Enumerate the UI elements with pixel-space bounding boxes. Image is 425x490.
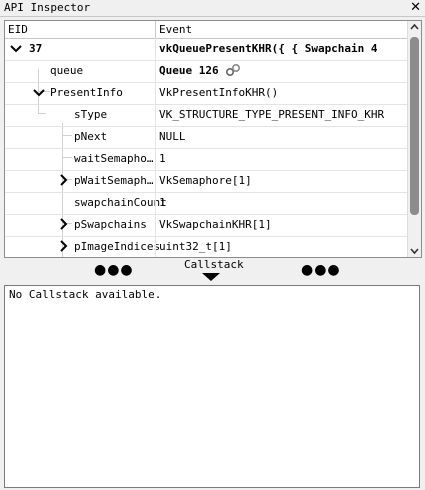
callstack-message: No Callstack available. bbox=[9, 288, 162, 301]
tree-row-name: sType bbox=[74, 108, 108, 121]
cell-divider bbox=[155, 38, 156, 60]
column-header-event[interactable]: Event bbox=[159, 23, 192, 36]
vertical-scrollbar[interactable] bbox=[407, 21, 421, 257]
tree-row-pwaitsemaphores[interactable]: pWaitSemaph… VkSemaphore[1] bbox=[5, 170, 407, 193]
tree-row-value: Queue 126 bbox=[159, 60, 405, 81]
splitter-handle-right[interactable]: ●●● bbox=[301, 263, 341, 277]
tree-row-name: pWaitSemaph… bbox=[74, 174, 154, 187]
close-icon[interactable]: ✕ bbox=[410, 0, 421, 15]
chevron-down-icon[interactable] bbox=[10, 42, 22, 54]
chevron-right-icon[interactable] bbox=[57, 218, 69, 230]
scroll-down-icon[interactable] bbox=[410, 247, 419, 255]
cell-divider bbox=[155, 126, 156, 148]
callstack-splitter[interactable]: ●●● Callstack ●●● bbox=[4, 256, 420, 286]
chevron-right-icon[interactable] bbox=[57, 240, 69, 252]
cell-divider bbox=[155, 236, 156, 257]
tree-row-name: pImageIndices bbox=[74, 240, 161, 253]
cell-divider bbox=[155, 170, 156, 192]
tree-row-pnext[interactable]: pNext NULL bbox=[5, 126, 407, 149]
scrollbar-thumb[interactable] bbox=[410, 37, 419, 215]
queue-value-text: Queue 126 bbox=[159, 64, 219, 77]
collapse-triangle-icon[interactable] bbox=[202, 273, 220, 281]
callstack-label: Callstack bbox=[184, 258, 244, 271]
tree-row-name: pSwapchains bbox=[74, 218, 147, 231]
tree-row-waitsemaphorecount[interactable]: waitSemapho… 1 bbox=[5, 148, 407, 171]
tree-row-queue[interactable]: queue Queue 126 bbox=[5, 60, 407, 83]
tree-row-pswapchains[interactable]: pSwapchains VkSwapchainKHR[1] bbox=[5, 214, 407, 237]
scroll-up-icon[interactable] bbox=[410, 23, 419, 31]
tree-row-value: 1 bbox=[159, 152, 166, 165]
tree-row-value: VkSemaphore[1] bbox=[159, 174, 252, 187]
tree-row-value: NULL bbox=[159, 130, 186, 143]
cell-divider bbox=[155, 60, 156, 82]
cell-divider bbox=[155, 214, 156, 236]
cell-divider bbox=[155, 192, 156, 214]
callstack-panel[interactable]: No Callstack available. bbox=[4, 285, 420, 488]
tree-row-name: swapchainCount bbox=[74, 196, 167, 209]
tree-row-presentinfo[interactable]: PresentInfo VkPresentInfoKHR() bbox=[5, 82, 407, 105]
splitter-handle-left[interactable]: ●●● bbox=[94, 263, 134, 277]
cell-divider bbox=[155, 82, 156, 104]
column-header-eid[interactable]: EID bbox=[8, 23, 28, 36]
tree-row-name: pNext bbox=[74, 130, 108, 143]
tree-row-pimageindices[interactable]: pImageIndices uint32_t[1] bbox=[5, 236, 407, 257]
chevron-down-icon[interactable] bbox=[33, 86, 45, 98]
tree-row-event[interactable]: 37 vkQueuePresentKHR({ { Swapchain 4 bbox=[5, 38, 407, 61]
link-icon[interactable] bbox=[225, 63, 241, 77]
tree-row-swapchaincount[interactable]: swapchainCount 1 bbox=[5, 192, 407, 215]
api-tree-view[interactable]: EID Event 37 vkQueuePresentKHR({ { Swapc… bbox=[4, 20, 422, 258]
tree-row-stype[interactable]: sType VK_STRUCTURE_TYPE_PRESENT_INFO_KHR bbox=[5, 104, 407, 127]
tree-row-value: 1 bbox=[159, 196, 166, 209]
tree-row-value: VK_STRUCTURE_TYPE_PRESENT_INFO_KHR bbox=[159, 108, 385, 121]
tree-row-name: 37 bbox=[29, 42, 43, 55]
column-divider[interactable] bbox=[155, 21, 156, 38]
chevron-right-icon[interactable] bbox=[57, 174, 69, 186]
panel-titlebar: API Inspector ✕ bbox=[0, 0, 425, 17]
tree-row-value: VkPresentInfoKHR() bbox=[159, 86, 279, 99]
panel-title: API Inspector bbox=[4, 1, 91, 14]
cell-divider bbox=[155, 148, 156, 170]
tree-row-name: waitSemapho… bbox=[74, 152, 154, 165]
tree-row-name: queue bbox=[50, 64, 84, 77]
tree-row-value: VkSwapchainKHR[1] bbox=[159, 218, 272, 231]
tree-row-value: uint32_t[1] bbox=[159, 240, 232, 253]
tree-row-value: vkQueuePresentKHR({ { Swapchain 4 bbox=[159, 42, 378, 55]
tree-row-name: PresentInfo bbox=[50, 86, 123, 99]
tree-header: EID Event bbox=[5, 21, 407, 39]
cell-divider bbox=[155, 104, 156, 126]
